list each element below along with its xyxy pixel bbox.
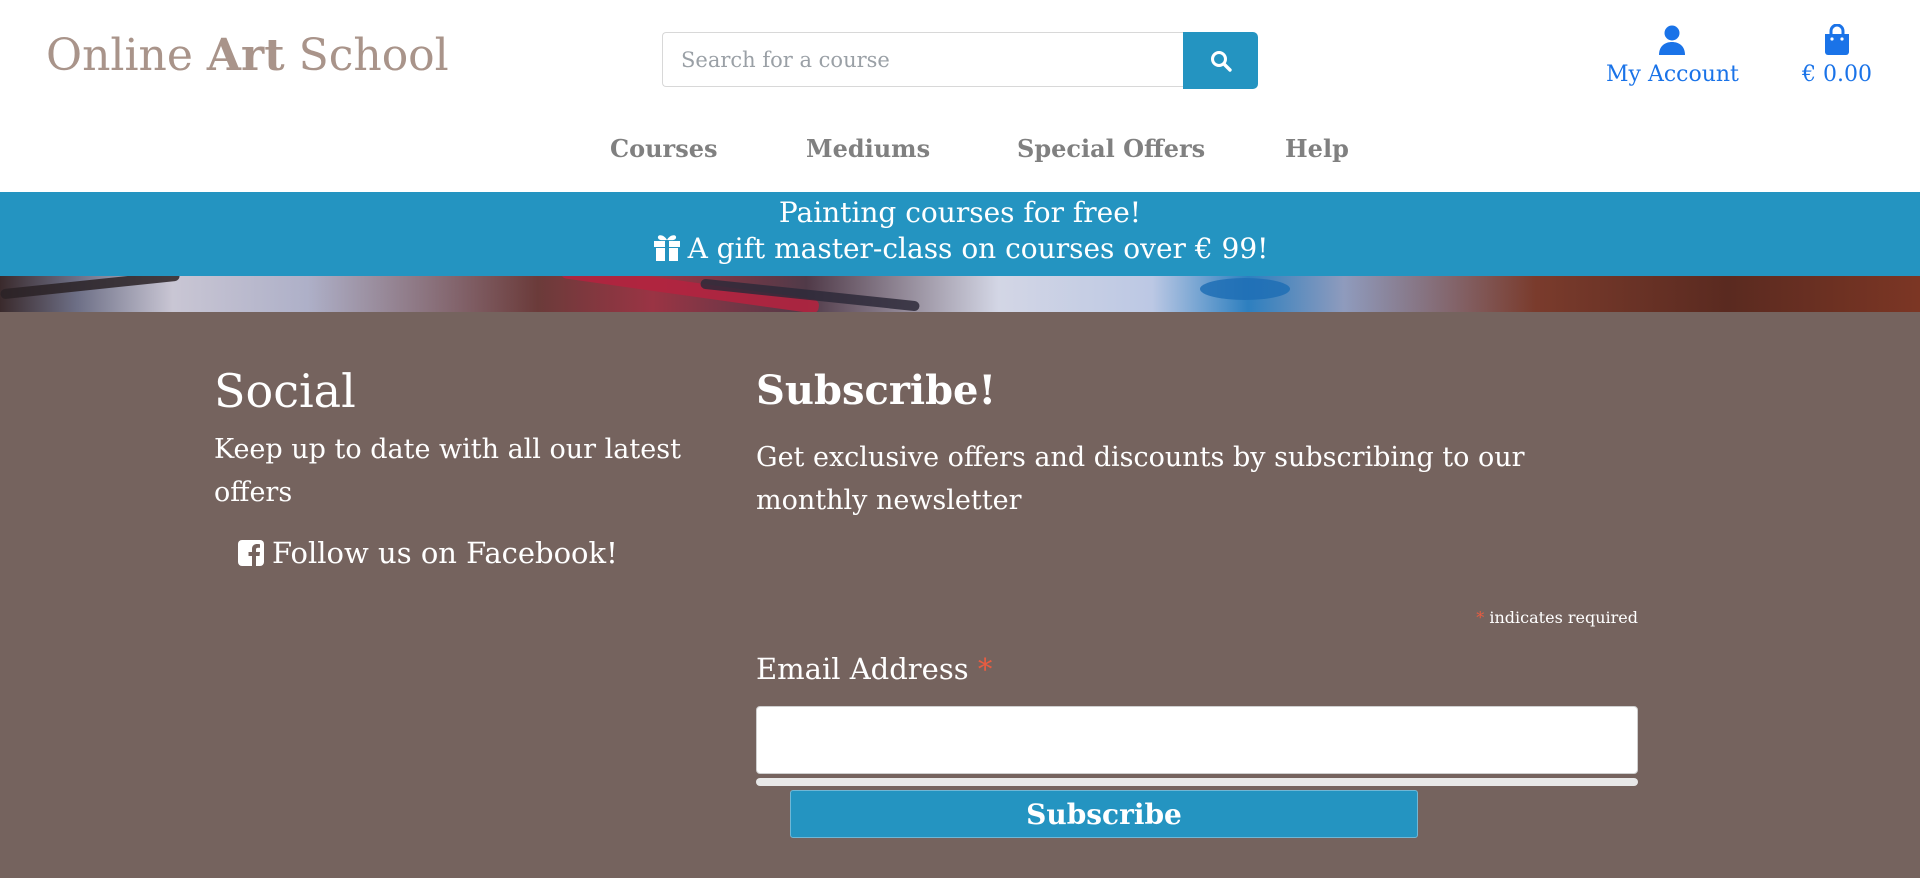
nav-item-special-offers[interactable]: Special Offers	[1017, 134, 1205, 163]
social-text: Keep up to date with all our latest offe…	[214, 434, 681, 508]
search-icon	[1210, 50, 1232, 72]
logo-text-art: Art	[206, 30, 285, 81]
gift-icon	[653, 235, 680, 261]
nav-item-mediums[interactable]: Mediums	[806, 134, 930, 163]
hero-image	[0, 276, 1920, 312]
search-button[interactable]	[1183, 32, 1258, 89]
nav-item-courses[interactable]: Courses	[610, 134, 718, 163]
subscribe-description: Get exclusive offers and discounts by su…	[756, 442, 1525, 516]
social-title: Social	[214, 364, 356, 418]
user-icon	[1659, 25, 1685, 55]
site-logo[interactable]: Online Art School	[46, 30, 449, 81]
social-section: Social Keep up to date with all our late…	[214, 364, 694, 570]
my-account-link[interactable]: My Account	[1606, 24, 1739, 87]
site-footer: Social Keep up to date with all our late…	[0, 312, 1920, 878]
cart-total: € 0.00	[1802, 62, 1872, 87]
main-nav: Courses Mediums Special Offers Help	[0, 134, 1920, 168]
logo-text-school: School	[284, 30, 449, 81]
subscribe-button[interactable]: Subscribe	[790, 790, 1418, 838]
cart-link[interactable]: € 0.00	[1795, 23, 1879, 87]
promo-line-2: A gift master-class on courses over € 99…	[0, 232, 1920, 265]
facebook-link[interactable]: Follow us on Facebook!	[238, 536, 618, 570]
hero-brush-shape	[0, 276, 181, 300]
promo-line-2-text: A gift master-class on courses over € 99…	[687, 232, 1269, 265]
my-account-label: My Account	[1606, 62, 1739, 87]
logo-text-online: Online	[46, 30, 207, 81]
subscribe-title: Subscribe!	[756, 367, 997, 414]
search-input[interactable]	[662, 32, 1184, 87]
site-header: Online Art School My Account € 0.00 Cour…	[0, 0, 1920, 192]
email-label: Email Address *	[756, 652, 992, 686]
email-field-underline	[756, 778, 1638, 786]
email-required-star: *	[977, 652, 993, 686]
promo-line-1: Painting courses for free!	[778, 196, 1142, 229]
promo-banner: Painting courses for free! A gift master…	[0, 192, 1920, 276]
email-field[interactable]	[756, 706, 1638, 774]
nav-item-help[interactable]: Help	[1285, 134, 1349, 163]
facebook-square-icon	[238, 540, 264, 566]
facebook-link-label: Follow us on Facebook!	[272, 536, 618, 570]
shopping-bag-icon	[1825, 23, 1849, 55]
required-note: * indicates required	[1476, 608, 1638, 627]
subscribe-section: Subscribe! Get exclusive offers and disc…	[756, 364, 1638, 786]
hero-paint-shape	[1200, 278, 1290, 300]
required-note-text: indicates required	[1484, 608, 1638, 627]
search-form	[662, 32, 1258, 89]
email-label-text: Email Address	[756, 652, 978, 686]
